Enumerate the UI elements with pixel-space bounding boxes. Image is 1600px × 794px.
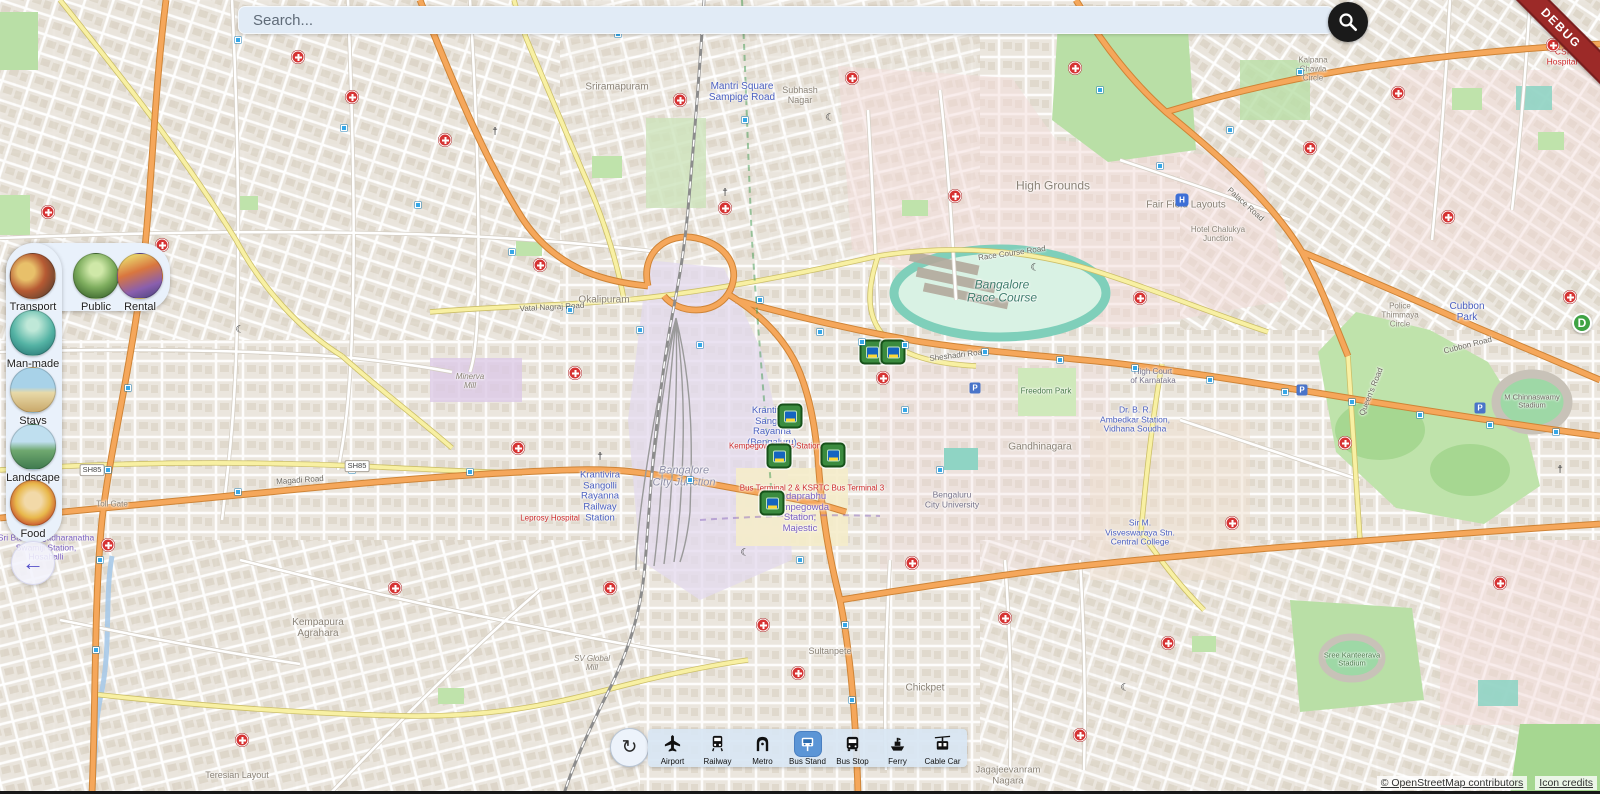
bus-stand-icon	[795, 732, 821, 756]
toolbar-item-label: Metro	[752, 757, 772, 766]
metro-icon	[750, 732, 776, 756]
toolbar-item-label: Cable Car	[924, 757, 960, 766]
toolbar-item-bus-stop[interactable]: Bus Stop	[830, 731, 875, 766]
map-canvas[interactable]	[0, 0, 1600, 794]
transport-toolbar: Airport Railway Metro	[648, 729, 967, 767]
toolbar-item-ferry[interactable]: Ferry	[875, 731, 920, 766]
toolbar-item-label: Bus Stop	[836, 757, 868, 766]
sidebar-item-transport[interactable]: Transport	[10, 253, 57, 313]
osm-attribution-link[interactable]: © OpenStreetMap contributors	[1377, 776, 1528, 790]
bus-stand-marker[interactable]	[760, 491, 785, 516]
back-arrow-icon: ←	[22, 550, 44, 576]
bus-stop-icon	[840, 732, 866, 756]
food-thumbnail	[10, 480, 56, 526]
toolbar-item-cable-car[interactable]: Cable Car	[920, 731, 965, 766]
toolbar-item-railway[interactable]: Railway	[695, 731, 740, 766]
search-button[interactable]	[1328, 2, 1368, 42]
bus-stand-marker[interactable]	[821, 443, 846, 468]
man-made-thumbnail	[10, 310, 56, 356]
landscape-thumbnail	[10, 424, 56, 470]
sidebar-item-label: Public	[81, 301, 111, 313]
rental-thumbnail	[117, 253, 163, 299]
ferry-icon	[885, 732, 911, 756]
cable-car-icon	[930, 732, 956, 756]
sidebar-item-stays[interactable]: Stays	[10, 367, 56, 427]
toolbar-item-label: Bus Stand	[789, 757, 826, 766]
search-input[interactable]	[251, 11, 1321, 30]
bus-stand-marker[interactable]	[767, 444, 792, 469]
attribution: © OpenStreetMap contributors Icon credit…	[1377, 776, 1597, 790]
public-thumbnail	[73, 253, 119, 299]
toolbar-item-label: Railway	[703, 757, 731, 766]
sidebar-item-man-made[interactable]: Man-made	[7, 310, 60, 370]
toolbar-item-bus-stand[interactable]: Bus Stand	[785, 731, 830, 766]
search-bar	[238, 6, 1334, 34]
bus-stand-marker[interactable]	[778, 404, 803, 429]
stays-thumbnail	[10, 367, 56, 413]
sidebar-item-label: Rental	[124, 301, 156, 313]
collapse-panel-button[interactable]: ←	[11, 541, 55, 585]
sidebar-item-landscape[interactable]: Landscape	[6, 424, 60, 484]
toolbar-item-airport[interactable]: Airport	[650, 731, 695, 766]
refresh-icon: ↻	[622, 736, 638, 759]
sidebar-item-label: Food	[20, 528, 45, 540]
toolbar-item-metro[interactable]: Metro	[740, 731, 785, 766]
sidebar-item-rental[interactable]: Rental	[117, 253, 163, 313]
railway-icon	[705, 732, 731, 756]
bus-stand-marker[interactable]	[881, 340, 906, 365]
toolbar-item-label: Airport	[661, 757, 685, 766]
airport-icon	[660, 732, 686, 756]
sidebar-item-public[interactable]: Public	[73, 253, 119, 313]
icon-credits-link[interactable]: Icon credits	[1535, 776, 1597, 790]
map-app-window: High GroundsFair Field LayoutsSriramapur…	[0, 0, 1600, 794]
toolbar-item-label: Ferry	[888, 757, 907, 766]
refresh-button[interactable]: ↻	[610, 728, 649, 767]
sidebar-item-food[interactable]: Food	[10, 480, 56, 540]
search-icon	[1337, 11, 1359, 33]
transport-thumbnail	[10, 253, 56, 299]
